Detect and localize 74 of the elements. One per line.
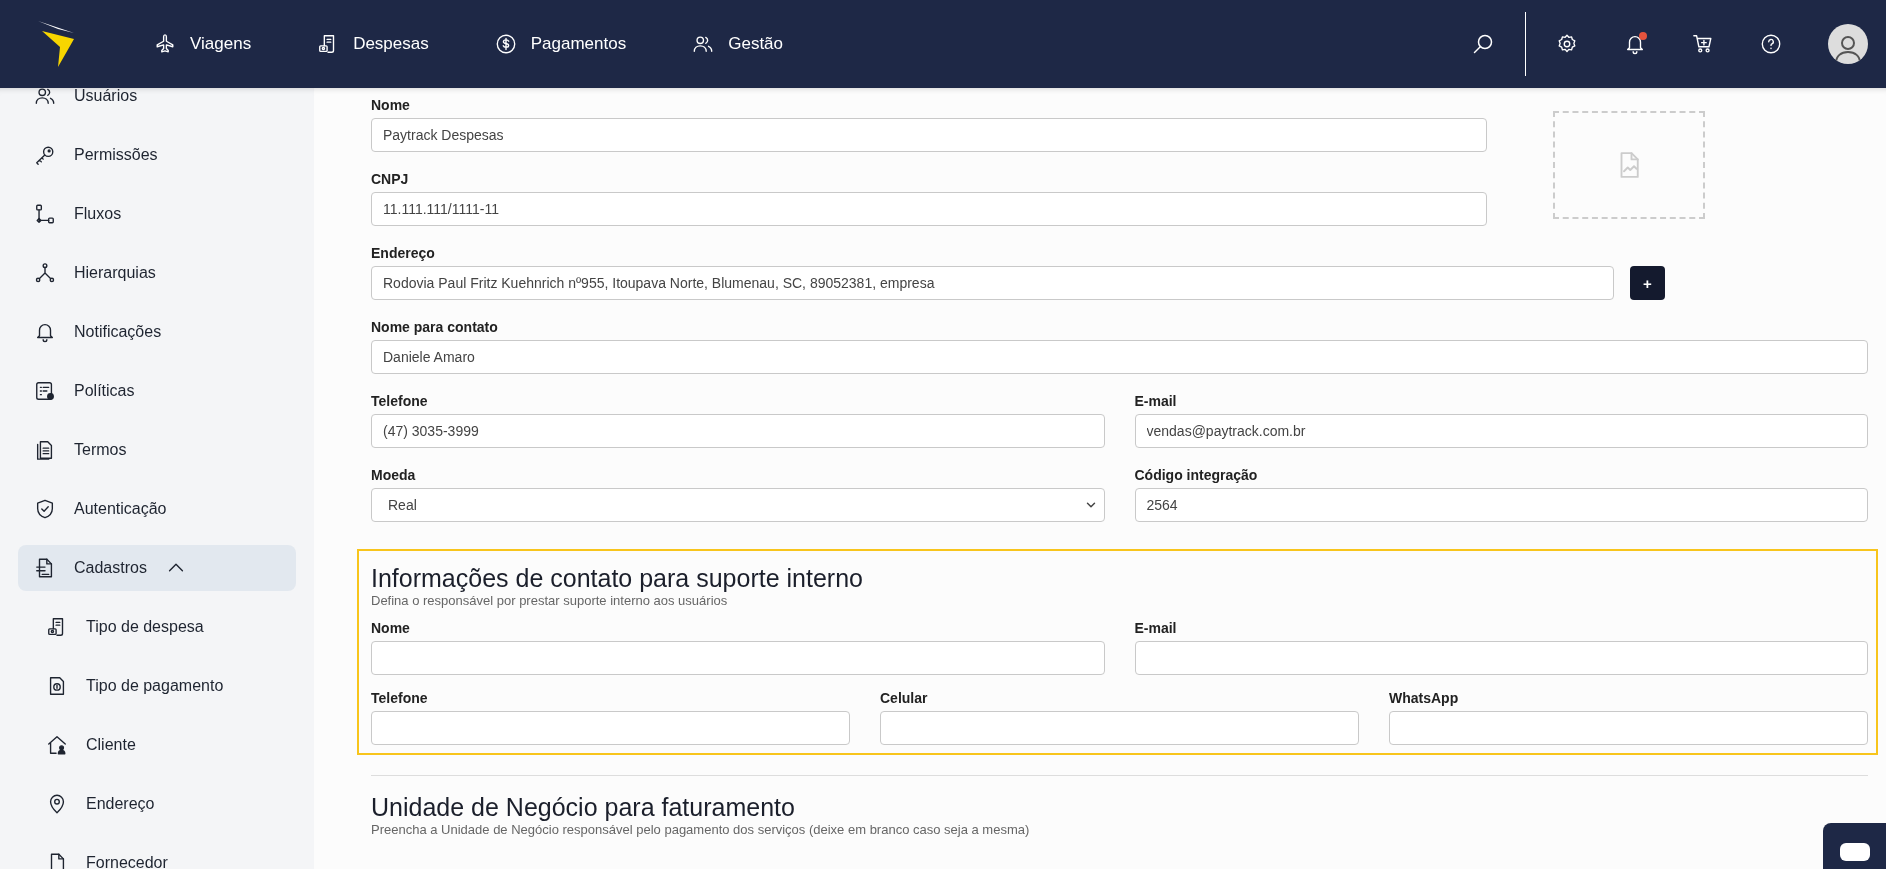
sidebar-item[interactable]: Autenticação — [18, 486, 296, 532]
cart-button[interactable] — [1692, 33, 1714, 55]
sidebar-item[interactable]: Notificações — [18, 309, 296, 355]
text-field[interactable]: (47) 3035-3999 — [371, 414, 1105, 448]
nav-item[interactable]: Pagamentos — [494, 33, 627, 55]
shield-check-icon — [34, 498, 56, 520]
logo-icon[interactable] — [38, 21, 74, 67]
text-field[interactable]: Rodovia Paul Fritz Kuehnrich nº955, Itoupava Norte, Blumenau, SC, 89052381, empresa — [371, 266, 1614, 300]
sidebar-item[interactable]: Tipo de pagamento — [18, 663, 296, 709]
field-label: Nome para contato — [371, 318, 499, 336]
field-label: E-mail — [1134, 619, 1178, 637]
sidebar-item[interactable]: Endereço — [18, 781, 296, 827]
sidebar-item[interactable]: Usuários — [18, 88, 296, 119]
field-label: Moeda — [371, 466, 417, 484]
field-label: Celular — [880, 689, 929, 707]
field-label: Código integração — [1134, 466, 1259, 484]
sidebar-item[interactable]: Termos — [18, 427, 296, 473]
users-icon — [692, 33, 715, 55]
users-icon — [34, 88, 56, 107]
nav-item[interactable]: Despesas — [317, 33, 429, 55]
currency-select[interactable]: Real — [371, 488, 1105, 522]
policy-icon — [34, 380, 56, 402]
user-avatar[interactable] — [1828, 24, 1868, 64]
help-button[interactable] — [1760, 33, 1782, 55]
field-label: Endereço — [371, 244, 436, 262]
field-label: WhatsApp — [1389, 689, 1460, 707]
section-title: Unidade de Negócio para faturamento — [371, 792, 796, 822]
field-label: Telefone — [371, 689, 429, 707]
chat-button[interactable] — [1823, 823, 1886, 869]
text-field[interactable] — [1389, 711, 1868, 745]
nav-item[interactable]: Viagens — [154, 33, 252, 55]
sidebar-item[interactable]: Cliente — [18, 722, 296, 768]
cart-plus-icon — [1692, 33, 1714, 55]
field-label: Telefone — [371, 392, 429, 410]
field-label: E-mail — [1134, 392, 1178, 410]
sidebar-item[interactable]: Fluxos — [18, 191, 296, 237]
add-button[interactable]: + — [1630, 266, 1665, 300]
sidebar-item[interactable]: Fornecedor — [18, 840, 296, 869]
section-subtitle: Defina o responsável por prestar suporte interno aos usuários — [371, 593, 729, 609]
gear-icon — [1556, 33, 1578, 55]
house-user-icon — [46, 734, 68, 756]
key-icon — [34, 144, 56, 166]
field-label: Nome — [371, 96, 411, 114]
sidebar-item[interactable]: Hierarquias — [18, 250, 296, 296]
sidebar-item[interactable]: Permissões — [18, 132, 296, 178]
text-field[interactable] — [371, 711, 850, 745]
sidebar-item[interactable]: Políticas — [18, 368, 296, 414]
chat-bubble-icon — [1839, 843, 1870, 863]
sidebar-item[interactable]: Cadastros — [18, 545, 296, 591]
bell-icon — [1624, 33, 1646, 55]
field-label: Nome — [371, 619, 411, 637]
text-field[interactable] — [1134, 641, 1868, 675]
text-field[interactable]: Daniele Amaro — [371, 340, 1868, 374]
airplane-icon — [154, 33, 176, 55]
notifications-button[interactable] — [1624, 33, 1646, 55]
section-subtitle: Preencha a Unidade de Negócio responsável pelo pagamento dos serviços (deixe em branco caso seja a mesma) — [371, 822, 1031, 838]
search-button[interactable] — [1471, 32, 1495, 56]
text-field[interactable] — [371, 641, 1105, 675]
search-icon — [1471, 32, 1495, 56]
text-field[interactable]: vendas@paytrack.com.br — [1134, 414, 1868, 448]
settings-button[interactable] — [1556, 33, 1578, 55]
nav-item[interactable]: Gestão — [692, 33, 783, 55]
field-label: CNPJ — [371, 170, 410, 188]
help-circle-icon — [1760, 33, 1782, 55]
section-title: Informações de contato para suporte interno — [371, 563, 864, 593]
text-field[interactable]: Paytrack Despesas — [371, 118, 1487, 152]
hierarchy-icon — [34, 262, 56, 284]
dollar-circle-icon — [494, 33, 517, 55]
text-field[interactable]: 2564 — [1134, 488, 1868, 522]
bell-icon — [34, 321, 56, 343]
flow-icon — [34, 203, 56, 225]
text-field[interactable]: 11.111.111/1111-11 — [371, 192, 1487, 226]
text-field[interactable] — [880, 711, 1359, 745]
sidebar-item[interactable]: Tipo de despesa — [18, 604, 296, 650]
